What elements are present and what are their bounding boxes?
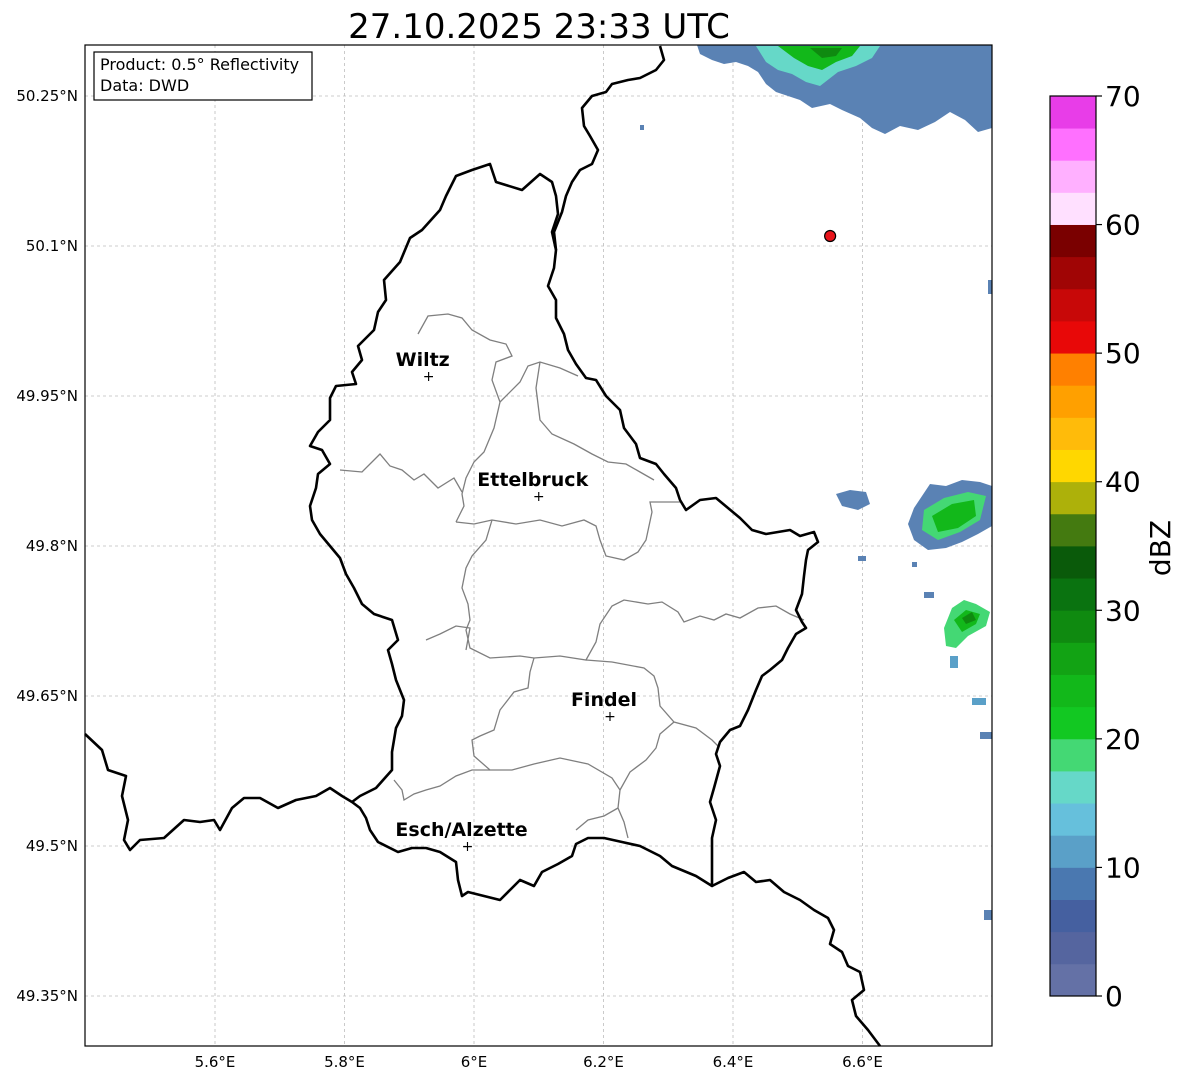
- colorbar-band: [1050, 867, 1096, 900]
- lat-tick-label: 49.95°N: [16, 387, 78, 405]
- echo-southeast-speck: [924, 592, 934, 598]
- echo-southeast-speck-4: [980, 732, 992, 739]
- colorbar: 0 10 20 30 40 50 60 70 dBZ: [1049, 80, 1177, 1013]
- lon-tick-label: 6.6°E: [842, 1053, 883, 1071]
- echo-southeast-speck-3: [972, 698, 986, 705]
- lon-tick-label: 6°E: [461, 1053, 488, 1071]
- colorbar-band: [1050, 288, 1096, 322]
- colorbar-band: [1050, 674, 1096, 708]
- map-title: 27.10.2025 23:33 UTC: [348, 7, 730, 47]
- colorbar-band: [1050, 610, 1096, 643]
- colorbar-band: [1050, 353, 1096, 386]
- city-marker: +: [604, 709, 616, 725]
- colorbar-band: [1050, 160, 1096, 193]
- city-label: Esch/Alzette: [395, 819, 527, 841]
- colorbar-band: [1050, 449, 1096, 483]
- colorbar-band: [1050, 771, 1096, 804]
- colorbar-tick-label: 30: [1105, 594, 1141, 627]
- radar-map-figure: 27.10.2025 23:33 UTC +Wiltz+Ettelbruck+F…: [16, 7, 1177, 1071]
- echo-east-speck: [858, 556, 866, 561]
- city-marker: +: [462, 839, 474, 855]
- colorbar-band: [1050, 224, 1096, 258]
- colorbar-band: [1050, 899, 1096, 933]
- colorbar-tick-label: 0: [1105, 980, 1123, 1013]
- colorbar-band: [1050, 963, 1096, 997]
- city-label: Ettelbruck: [477, 469, 588, 491]
- echo-north-speck: [640, 125, 644, 130]
- echo-north-speck-2: [968, 58, 976, 72]
- longitude-tick-labels: 5.6°E 5.8°E 6°E 6.2°E 6.4°E 6.6°E: [195, 1053, 883, 1071]
- colorbar-tick-label: 70: [1105, 80, 1141, 113]
- colorbar-band: [1050, 96, 1096, 129]
- lon-tick-label: 5.6°E: [195, 1053, 236, 1071]
- colorbar-band: [1050, 128, 1096, 161]
- city-label: Findel: [571, 689, 637, 711]
- lat-tick-label: 50.1°N: [26, 237, 78, 255]
- lat-tick-label: 50.25°N: [16, 87, 78, 105]
- colorbar-band: [1050, 835, 1096, 868]
- colorbar-label: dBZ: [1144, 520, 1177, 576]
- echo-southeast-speck-5: [984, 910, 992, 920]
- colorbar-tick-labels: 0 10 20 30 40 50 60 70: [1096, 80, 1141, 1013]
- echo-southeast-speck-2: [950, 656, 958, 668]
- colorbar-band: [1050, 513, 1096, 547]
- colorbar-band: [1050, 192, 1096, 225]
- lon-tick-label: 5.8°E: [324, 1053, 365, 1071]
- colorbar-band: [1050, 546, 1096, 579]
- lat-tick-label: 49.5°N: [26, 837, 78, 855]
- colorbar-band: [1050, 417, 1096, 450]
- city-label: Wiltz: [396, 349, 450, 371]
- info-box: Product: 0.5° Reflectivity Data: DWD: [93, 51, 313, 101]
- colorbar-band: [1050, 642, 1096, 675]
- colorbar-band: [1050, 803, 1096, 836]
- city-marker: +: [423, 369, 435, 385]
- lat-tick-label: 49.35°N: [16, 987, 78, 1005]
- lat-tick-label: 49.65°N: [16, 687, 78, 705]
- colorbar-band: [1050, 481, 1096, 515]
- latitude-tick-labels: 50.25°N 50.1°N 49.95°N 49.8°N 49.65°N 49.5°N 4…: [16, 87, 78, 1005]
- colorbar-band: [1050, 321, 1096, 354]
- lat-tick-label: 49.8°N: [26, 537, 78, 555]
- colorbar-band: [1050, 738, 1096, 772]
- colorbar-band: [1050, 706, 1096, 740]
- colorbar-bands: [1050, 96, 1096, 997]
- lon-tick-label: 6.2°E: [583, 1053, 624, 1071]
- echo-east-speck-2: [912, 562, 917, 567]
- info-product: Product: 0.5° Reflectivity: [100, 55, 299, 74]
- colorbar-tick-label: 10: [1105, 851, 1141, 884]
- colorbar-band: [1050, 385, 1096, 418]
- colorbar-tick-label: 50: [1105, 337, 1141, 370]
- colorbar-tick-label: 20: [1105, 723, 1141, 756]
- radar-site-marker: [824, 229, 837, 243]
- colorbar-band: [1050, 578, 1096, 611]
- colorbar-band: [1050, 256, 1096, 290]
- lon-tick-label: 6.4°E: [713, 1053, 754, 1071]
- info-data-source: Data: DWD: [100, 76, 189, 95]
- map-panel: +Wiltz+Ettelbruck+Findel+Esch/Alzette Pr…: [84, 44, 993, 1047]
- city-marker: +: [533, 489, 545, 505]
- colorbar-tick-label: 40: [1105, 466, 1141, 499]
- colorbar-tick-label: 60: [1105, 209, 1141, 242]
- colorbar-band: [1050, 931, 1096, 965]
